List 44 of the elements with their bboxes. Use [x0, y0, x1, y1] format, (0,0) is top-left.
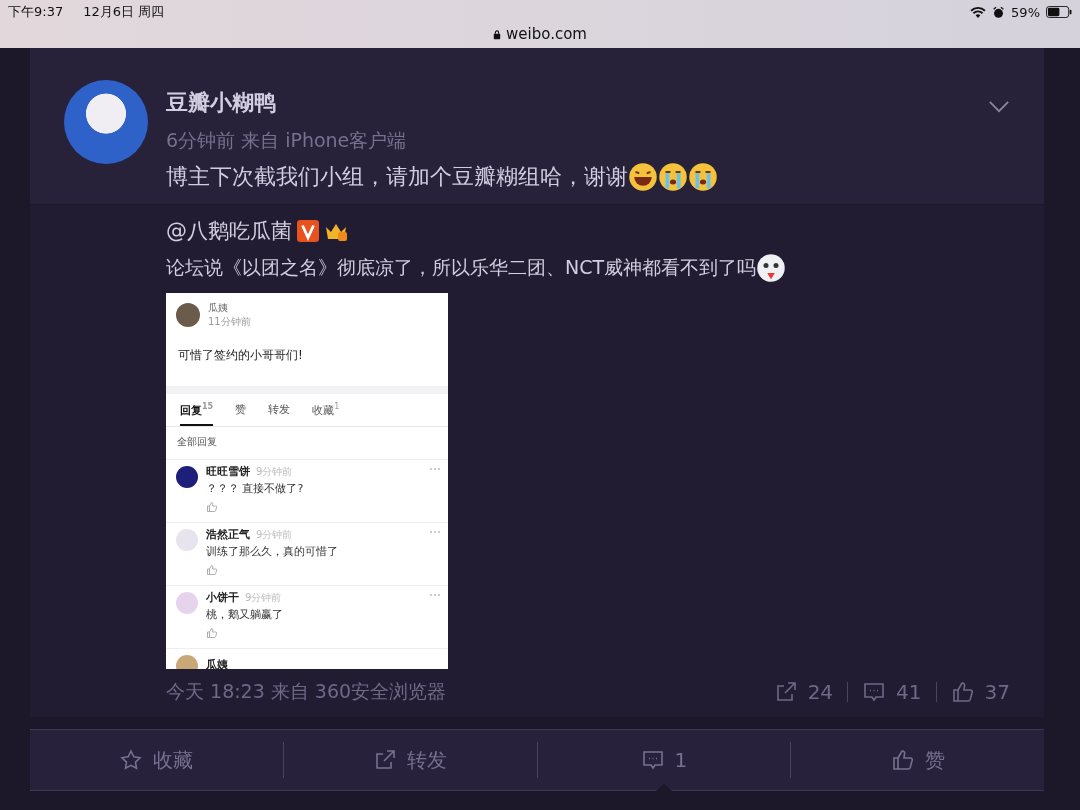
battery-icon	[1046, 6, 1072, 18]
alarm-icon	[992, 5, 1006, 19]
reply-author: 旺旺雪饼	[206, 463, 250, 479]
thumbs-up-icon	[890, 748, 915, 772]
thumbs-up-icon[interactable]	[206, 626, 218, 639]
screenshot-time: 11分钟前	[208, 315, 251, 329]
reply-text: ？？？ 直接不做了?	[206, 480, 305, 496]
reply-author: 小饼干	[206, 589, 239, 605]
laughing-emoji-icon	[628, 162, 658, 192]
comment-icon	[640, 748, 665, 772]
screenshot-post-text: 可惜了签约的小哥哥们!	[177, 347, 304, 364]
crying-emoji-icon	[688, 162, 718, 192]
crying-emoji-icon	[658, 162, 688, 192]
chevron-down-icon[interactable]	[988, 100, 1010, 113]
screenshot-tab[interactable]: 回复$^{15}$	[180, 402, 214, 426]
screenshot-tab[interactable]: 赞	[235, 402, 247, 426]
screenshot-tab[interactable]: 收藏$^{1}$	[312, 402, 340, 426]
thumbs-up-icon	[950, 680, 975, 704]
battery-percent: 59%	[1011, 4, 1040, 20]
status-time: 下午9:37	[8, 3, 64, 21]
avatar-picture	[176, 303, 200, 327]
verified-badge-icon	[296, 220, 320, 242]
wifi-icon	[970, 5, 987, 19]
screenshot-tab[interactable]: 转发	[268, 402, 291, 426]
pointer-icon	[655, 784, 672, 791]
reply-text: 桃，鹅又躺赢了	[206, 606, 284, 622]
lock-icon	[493, 28, 502, 40]
status-date: 12月6日 周四	[83, 3, 165, 21]
repost-text: 论坛说《以团之名》彻底凉了，所以乐华二团、NCT威神都看不到了吗	[166, 255, 757, 280]
screenshot-author: 瓜姨	[208, 301, 229, 315]
reply-author: 浩然正气	[206, 526, 250, 542]
username[interactable]: 豆瓣小糊鸭	[166, 88, 970, 118]
post-meta: 6分钟前 来自 iPhone客户端	[166, 128, 408, 153]
thumbs-up-icon[interactable]	[206, 500, 218, 513]
reply-text: 训练了那么久，真的可惜了	[206, 543, 339, 559]
thumbs-up-icon[interactable]	[206, 563, 218, 576]
mention-link[interactable]: @八鹅吃瓜菌	[166, 217, 292, 245]
section-label: 全部回复	[176, 434, 218, 449]
star-icon	[119, 748, 144, 772]
comment-text: 博主下次截我们小组，请加个豆瓣糊组哈，谢谢	[166, 163, 628, 191]
url-text[interactable]: weibo.com	[506, 25, 587, 43]
post-meta: 今天 18:23 来自 360安全浏览器	[166, 679, 447, 704]
share-icon	[373, 748, 398, 772]
comment-icon	[862, 680, 887, 704]
